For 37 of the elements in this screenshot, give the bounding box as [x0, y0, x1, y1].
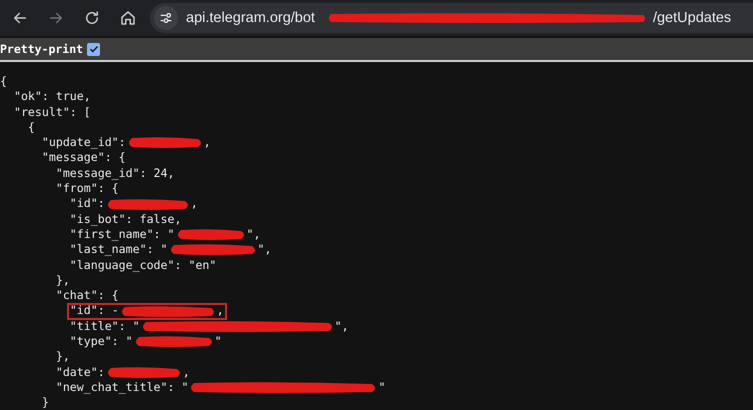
code-text: "is_bot": false, — [68, 212, 182, 227]
code-text: "type": " — [68, 334, 133, 350]
code-text: "language_code": "en" — [68, 258, 216, 273]
code-text: }, — [54, 272, 70, 288]
code-text: "from": { — [54, 181, 119, 196]
code-text: "title": " — [68, 318, 140, 334]
url-text: /getUpdates — [652, 10, 732, 26]
code-text: , — [182, 364, 190, 380]
code-text: , — [190, 196, 198, 212]
address-bar[interactable]: api.telegram.org/bot /getUpdates — [150, 3, 753, 33]
pretty-print-checkbox[interactable] — [87, 42, 100, 56]
url-text: api.telegram.org/bot — [186, 10, 315, 26]
code-text: ", — [258, 242, 272, 258]
code-text: " — [378, 380, 386, 396]
pretty-print-label: Pretty-print — [0, 42, 84, 56]
code-text: "new_chat_title": " — [54, 380, 188, 396]
code-text: "id": — [68, 196, 105, 212]
site-settings-icon[interactable] — [154, 6, 178, 30]
code-text: , — [204, 135, 211, 150]
code-text: "chat": { — [54, 288, 119, 304]
code-text: { — [26, 120, 35, 136]
code-text: ", — [246, 226, 260, 242]
code-text: ", — [334, 318, 349, 334]
code-text: { — [0, 74, 7, 90]
code-text: " — [214, 334, 222, 350]
code-text: "first_name": " — [68, 226, 175, 242]
code-text: "date": — [54, 364, 105, 380]
code-text: }, — [54, 349, 70, 365]
code-text: "message_id": 24, — [54, 166, 175, 182]
code-text: "id": - — [70, 303, 119, 319]
code-text: "result": [ — [12, 104, 91, 120]
code-text: "ok": true, — [12, 89, 91, 105]
code-text: , — [216, 303, 224, 319]
code-text: "message": { — [40, 150, 126, 166]
code-text: "last_name": " — [68, 242, 168, 258]
code-text: } — [40, 395, 49, 410]
code-text: "update_id": — [40, 135, 126, 150]
